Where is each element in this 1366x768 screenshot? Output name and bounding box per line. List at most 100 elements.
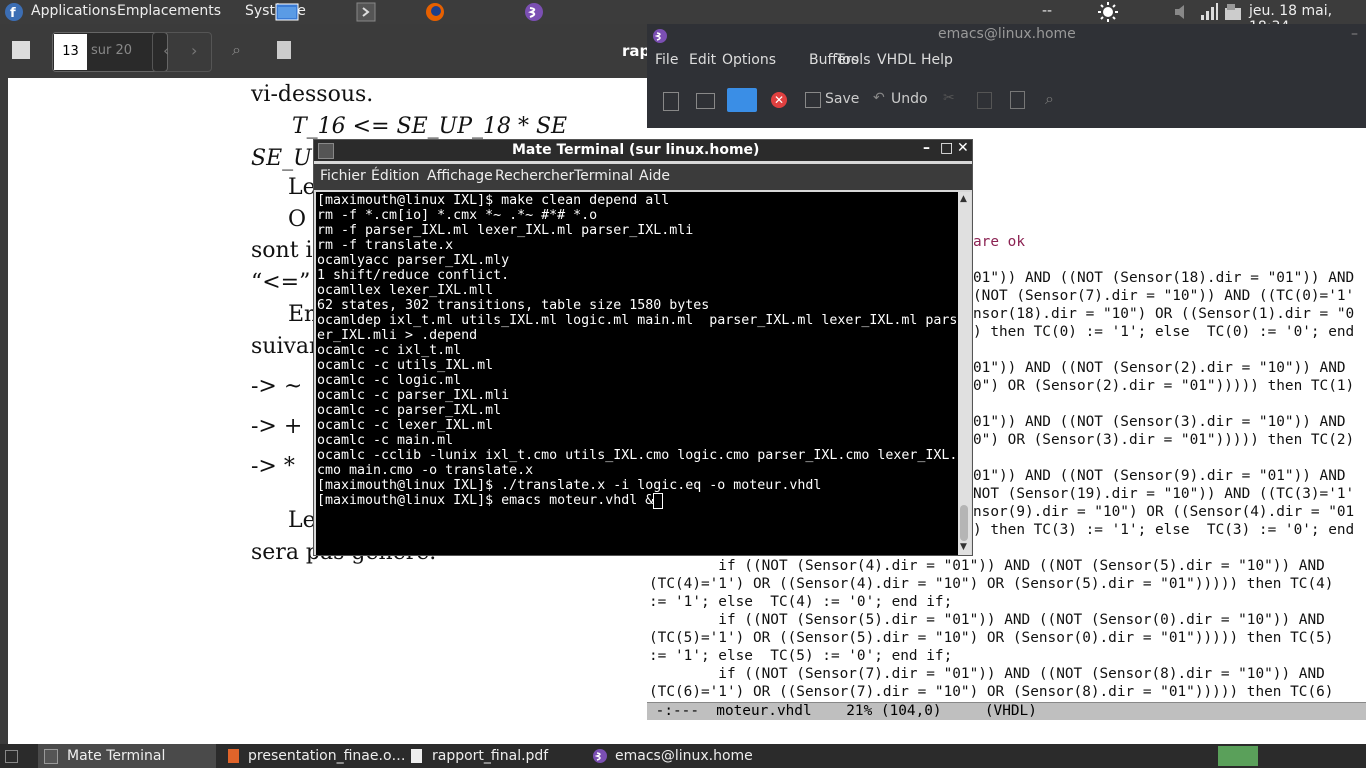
scrollbar-thumb[interactable] — [960, 505, 968, 541]
firefox-launcher-icon[interactable] — [425, 2, 445, 22]
search-icon[interactable]: ⌕ — [232, 40, 241, 60]
menu-vhdl[interactable]: VHDL — [877, 52, 916, 68]
menu-fichier[interactable]: Fichier — [320, 168, 366, 184]
taskbar-item-label: presentation_finae.o… — [248, 748, 406, 764]
scroll-down-icon[interactable]: ▼ — [960, 542, 967, 552]
taskbar-item-pdf[interactable]: rapport_final.pdf — [405, 744, 583, 768]
terminal-line: ocamlc -c utils_IXL.ml — [317, 358, 494, 373]
terminal-launcher-icon[interactable] — [356, 2, 376, 22]
terminal-line: rm -f translate.x — [317, 238, 454, 253]
document-properties-icon[interactable] — [277, 41, 291, 59]
file-manager-launcher-icon[interactable] — [275, 2, 299, 22]
taskbar-item-emacs[interactable]: emacs@linux.home — [588, 744, 766, 768]
minimize-icon[interactable]: – — [923, 140, 930, 156]
new-file-icon[interactable] — [663, 92, 679, 111]
undo-button[interactable]: Undo — [891, 91, 928, 107]
terminal-icon — [44, 749, 58, 764]
terminal-titlebar[interactable]: Mate Terminal (sur linux.home) – □ ✕ — [314, 140, 972, 161]
fedora-logo-icon[interactable]: f — [4, 2, 24, 22]
menu-edit[interactable]: Edit — [689, 52, 716, 68]
code-line: are ok — [973, 234, 1025, 250]
terminal-scrollbar[interactable]: ▲ ▼ — [958, 192, 971, 555]
brightness-icon[interactable] — [1098, 2, 1118, 22]
network-signal-icon[interactable] — [1199, 2, 1219, 22]
taskbar-item-presentation[interactable]: presentation_finae.o… — [222, 744, 406, 768]
pdf-text-line: Le — [288, 508, 316, 533]
indicator-text: -- — [1042, 3, 1053, 19]
close-icon[interactable]: ✕ — [957, 140, 969, 156]
cut-icon[interactable]: ✂ — [943, 90, 955, 106]
menu-options[interactable]: Options — [722, 52, 776, 68]
terminal-line: rm -f *.cm[io] *.cmx *~ .*~ #*# *.o — [317, 208, 598, 223]
previous-page-icon[interactable]: ‹ — [163, 41, 169, 60]
terminal-line: ocamllex lexer_IXL.mll — [317, 283, 494, 298]
code-line: 0") OR (Sensor(3).dir = "01"))))) then T… — [973, 432, 1355, 448]
terminal-line: [maximouth@linux IXL]$ emacs moteur.vhdl… — [317, 493, 654, 508]
code-line: if ((NOT (Sensor(4).dir = "01")) AND ((N… — [649, 558, 1325, 574]
emacs-close-icon[interactable]: – — [1351, 26, 1358, 42]
top-panel: f Applications Emplacements Système -- j… — [0, 0, 1366, 35]
next-page-icon[interactable]: › — [191, 41, 197, 60]
save-button[interactable]: Save — [825, 91, 859, 107]
pdf-text-line: SE_U — [251, 146, 312, 171]
places-menu[interactable]: Emplacements — [117, 3, 221, 19]
emacs-toolbar: ✕ Save ↶ Undo ✂ ⌕ — [647, 74, 1366, 128]
emacs-icon — [592, 748, 608, 768]
taskbar-item-terminal[interactable]: Mate Terminal — [38, 744, 216, 768]
code-line: nsor(18).dir = "10") OR ((Sensor(1).dir … — [973, 306, 1355, 322]
terminal-line: 62 states, 302 transitions, table size 1… — [317, 298, 710, 313]
save-icon[interactable] — [805, 92, 821, 108]
pdf-text-line: sont i — [251, 238, 313, 263]
undo-icon[interactable]: ↶ — [873, 90, 885, 106]
code-line: ) then TC(3) := '1'; else TC(3) := '0'; … — [973, 522, 1355, 538]
terminal-line: ocamlc -c parser_IXL.mli — [317, 388, 510, 403]
close-buffer-icon[interactable]: ✕ — [771, 92, 787, 108]
menu-tools[interactable]: Tools — [836, 52, 871, 68]
workspace-switcher[interactable] — [1218, 746, 1258, 766]
copy-icon[interactable] — [977, 92, 992, 109]
pdf-text-line: vi-dessous. — [251, 82, 374, 107]
code-line: 01")) AND ((NOT (Sensor(3).dir = "10")) … — [973, 414, 1346, 430]
pdf-text-line: O — [288, 207, 307, 232]
emacs-menubar: File Edit Options Buffers Tools VHDL Hel… — [647, 48, 1366, 74]
show-desktop-icon[interactable] — [5, 750, 18, 763]
open-folder-icon[interactable] — [696, 93, 715, 109]
pdf-text-line: -> ~ — [251, 374, 303, 399]
menu-affichage[interactable]: Affichage — [427, 168, 493, 184]
terminal-cursor — [653, 493, 663, 509]
user-switch-icon[interactable] — [1223, 2, 1243, 22]
code-line: nsor(9).dir = "10") OR ((Sensor(4).dir =… — [973, 504, 1355, 520]
volume-icon[interactable] — [1172, 2, 1192, 22]
page-number-input[interactable]: 13 — [54, 34, 87, 70]
emacs-launcher-icon[interactable] — [524, 2, 544, 22]
menu-help[interactable]: Help — [921, 52, 953, 68]
page-nav: ‹ › — [152, 32, 212, 72]
taskbar-item-label: rapport_final.pdf — [432, 748, 549, 764]
terminal-line: ocamlc -c logic.ml — [317, 373, 462, 388]
terminal-line: er_IXL.mli > .depend — [317, 328, 478, 343]
terminal-line: ocamldep ixl_t.ml utils_IXL.ml logic.ml … — [317, 313, 958, 328]
terminal-line: ocamlc -c parser_IXL.ml — [317, 403, 502, 418]
menu-file[interactable]: File — [655, 52, 678, 68]
menu-terminal[interactable]: Terminal — [574, 168, 633, 184]
emacs-modeline: -:--- moteur.vhdl 21% (104,0) (VHDL) — [647, 702, 1366, 721]
terminal-screen[interactable]: [maximouth@linux IXL]$ make clean depend… — [316, 192, 958, 555]
code-line: 01")) AND ((NOT (Sensor(18).dir = "01"))… — [973, 270, 1355, 286]
maximize-icon[interactable]: □ — [940, 140, 953, 156]
code-line: (TC(5)='1') OR ((Sensor(5).dir = "10") O… — [649, 630, 1334, 646]
menu-rechercher[interactable]: Rechercher — [495, 168, 574, 184]
sidebar-toggle-icon[interactable] — [12, 41, 30, 59]
emacs-minibuffer[interactable] — [647, 720, 1366, 744]
code-line: NOT (Sensor(19).dir = "10")) AND ((TC(3)… — [973, 486, 1355, 502]
pdf-text-line: -> * — [251, 454, 295, 479]
code-line: (TC(6)='1') OR ((Sensor(7).dir = "10") O… — [649, 684, 1334, 700]
scroll-up-icon[interactable]: ▲ — [960, 194, 967, 204]
emacs-titlebar[interactable]: emacs@linux.home – — [647, 24, 1366, 48]
dired-folder-icon[interactable] — [727, 88, 757, 112]
applications-menu[interactable]: Applications — [31, 3, 117, 19]
menu-aide[interactable]: Aide — [639, 168, 670, 184]
search-icon[interactable]: ⌕ — [1045, 89, 1054, 109]
terminal-line: ocamlc -c ixl_t.ml — [317, 343, 462, 358]
paste-icon[interactable] — [1010, 91, 1025, 109]
menu-edition[interactable]: Édition — [371, 168, 419, 184]
